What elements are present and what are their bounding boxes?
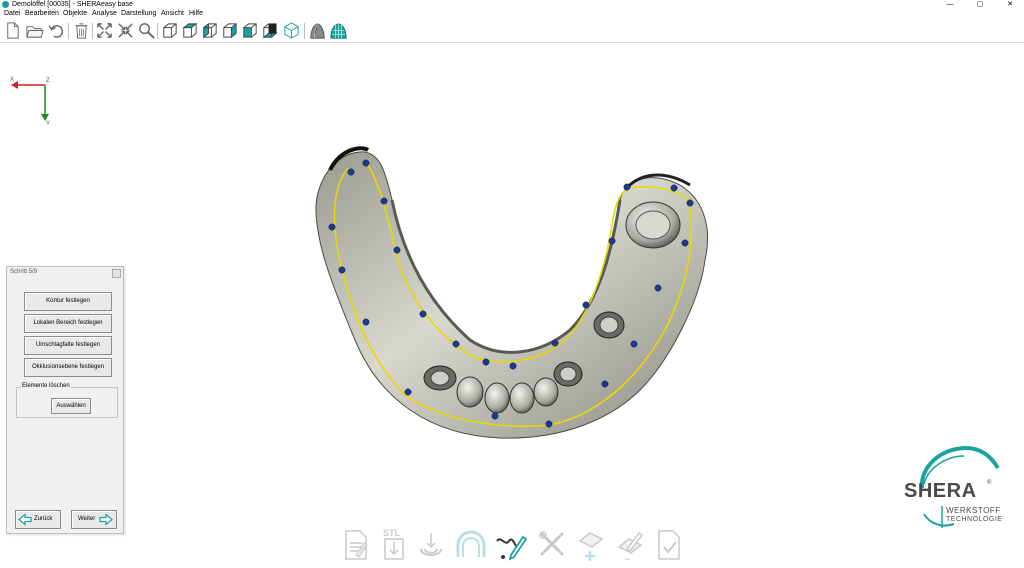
next-label: Weiter <box>78 516 96 522</box>
next-arrow-icon <box>99 513 113 526</box>
maximize-button[interactable]: ▢ <box>970 0 990 9</box>
contour-draw-step-icon[interactable] <box>495 527 528 563</box>
shera-logo: SHERA ® WERKSTOFF TECHNOLOGIE <box>902 444 1020 530</box>
menu-analyse[interactable]: Analyse <box>92 9 117 19</box>
okklusionsebene-button[interactable]: Okklusionsebene festlegen <box>24 358 112 377</box>
y-axis-arrow <box>41 114 49 121</box>
dental-model[interactable] <box>300 143 720 443</box>
delete-icon[interactable] <box>72 21 91 40</box>
logo-brand: SHERA <box>904 480 977 502</box>
minimize-button[interactable]: — <box>940 0 960 9</box>
logo-line2: TECHNOLOGIE <box>946 516 1003 523</box>
umschlagfalte-button[interactable]: Umschlagfalte festlegen <box>24 336 112 355</box>
tools-step-icon[interactable] <box>537 527 565 563</box>
expand-arrows-icon[interactable] <box>95 21 114 40</box>
menu-ansicht[interactable]: Ansicht <box>161 9 184 19</box>
menu-objekte[interactable]: Objekte <box>63 9 87 19</box>
toolbar-separator <box>304 23 305 39</box>
select-button[interactable]: Auswählen <box>51 398 91 414</box>
implant-socket-inner <box>430 370 450 386</box>
stl-label: STL <box>383 528 401 538</box>
view-cube-back-icon[interactable] <box>240 21 259 40</box>
kontur-festlegen-button[interactable]: Kontur festlegen <box>24 292 112 311</box>
new-file-icon[interactable] <box>3 21 22 40</box>
toolbar-separator <box>68 23 69 39</box>
window-title: Demolöffel [00035] - SHERAeasy base <box>12 1 133 8</box>
menu-darstellung[interactable]: Darstellung <box>121 9 156 19</box>
panel-close-button[interactable] <box>112 269 121 278</box>
document-step-icon[interactable] <box>342 527 370 563</box>
toolbar-separator <box>92 23 93 39</box>
shading-solid-icon[interactable] <box>308 21 327 40</box>
edit-step-icon[interactable]: ••• <box>615 527 644 563</box>
title-bar: Demolöffel [00035] - SHERAeasy base — ▢ … <box>0 0 1024 9</box>
y-axis-label: Y <box>46 121 50 127</box>
app-logo-icon <box>2 1 9 8</box>
shading-texture-icon[interactable] <box>329 21 348 40</box>
menu-bar: Datei Bearbeiten Objekte Analyse Darstel… <box>0 9 1024 19</box>
step-panel-title: Schritt 5/9 <box>10 269 38 275</box>
delete-elements-group: Elemente löschen Auswählen <box>16 383 118 418</box>
export-step-icon[interactable] <box>655 527 683 563</box>
close-button[interactable]: ✕ <box>1000 0 1020 9</box>
open-folder-icon[interactable] <box>25 21 44 40</box>
x-axis-label: X <box>10 77 14 83</box>
logo-line1: WERKSTOFF <box>946 506 1001 515</box>
menu-bearbeiten[interactable]: Bearbeiten <box>25 9 59 19</box>
stl-import-step-icon[interactable]: STL <box>380 527 408 563</box>
toolbar <box>0 20 1024 43</box>
menu-datei[interactable]: Datei <box>4 9 20 19</box>
logo-registered: ® <box>987 480 992 486</box>
svg-text:•••: ••• <box>625 557 631 563</box>
back-label: Zurück <box>34 516 53 522</box>
add-element-step-icon[interactable] <box>576 527 604 563</box>
view-cube-right-icon[interactable] <box>220 21 239 40</box>
z-axis-label: Z <box>46 78 50 84</box>
collapse-arrows-icon[interactable] <box>116 21 135 40</box>
back-button[interactable]: Zurück <box>15 510 61 529</box>
3d-viewport[interactable]: X Z Y STL ••• SHERA ® WERKSTOFF TECHNOLO… <box>0 43 1024 563</box>
menu-hilfe[interactable]: Hilfe <box>189 9 203 19</box>
delete-elements-label: Elemente löschen <box>21 383 71 389</box>
implant-socket-inner <box>599 316 619 334</box>
implant-socket-inner <box>559 366 577 382</box>
lokalen-bereich-button[interactable]: Lokalen Bereich festlegen <box>24 314 112 333</box>
view-cube-bottom-icon[interactable] <box>260 21 279 40</box>
view-cube-iso-icon[interactable] <box>282 21 301 40</box>
next-button[interactable]: Weiter <box>71 510 117 529</box>
molar-right-crown <box>635 210 671 240</box>
view-cube-top-icon[interactable] <box>180 21 199 40</box>
undo-icon[interactable] <box>47 21 66 40</box>
toolbar-separator <box>157 23 158 39</box>
view-cube-front-icon[interactable] <box>160 21 179 40</box>
zoom-icon[interactable] <box>137 21 156 40</box>
back-arrow-icon <box>18 513 32 526</box>
view-cube-left-icon[interactable] <box>200 21 219 40</box>
scan-align-step-icon[interactable] <box>417 527 445 563</box>
arch-step-icon[interactable] <box>455 527 486 563</box>
step-panel: Schritt 5/9 Kontur festlegen Lokalen Ber… <box>6 266 124 534</box>
axis-triad: X Z Y <box>10 77 50 127</box>
